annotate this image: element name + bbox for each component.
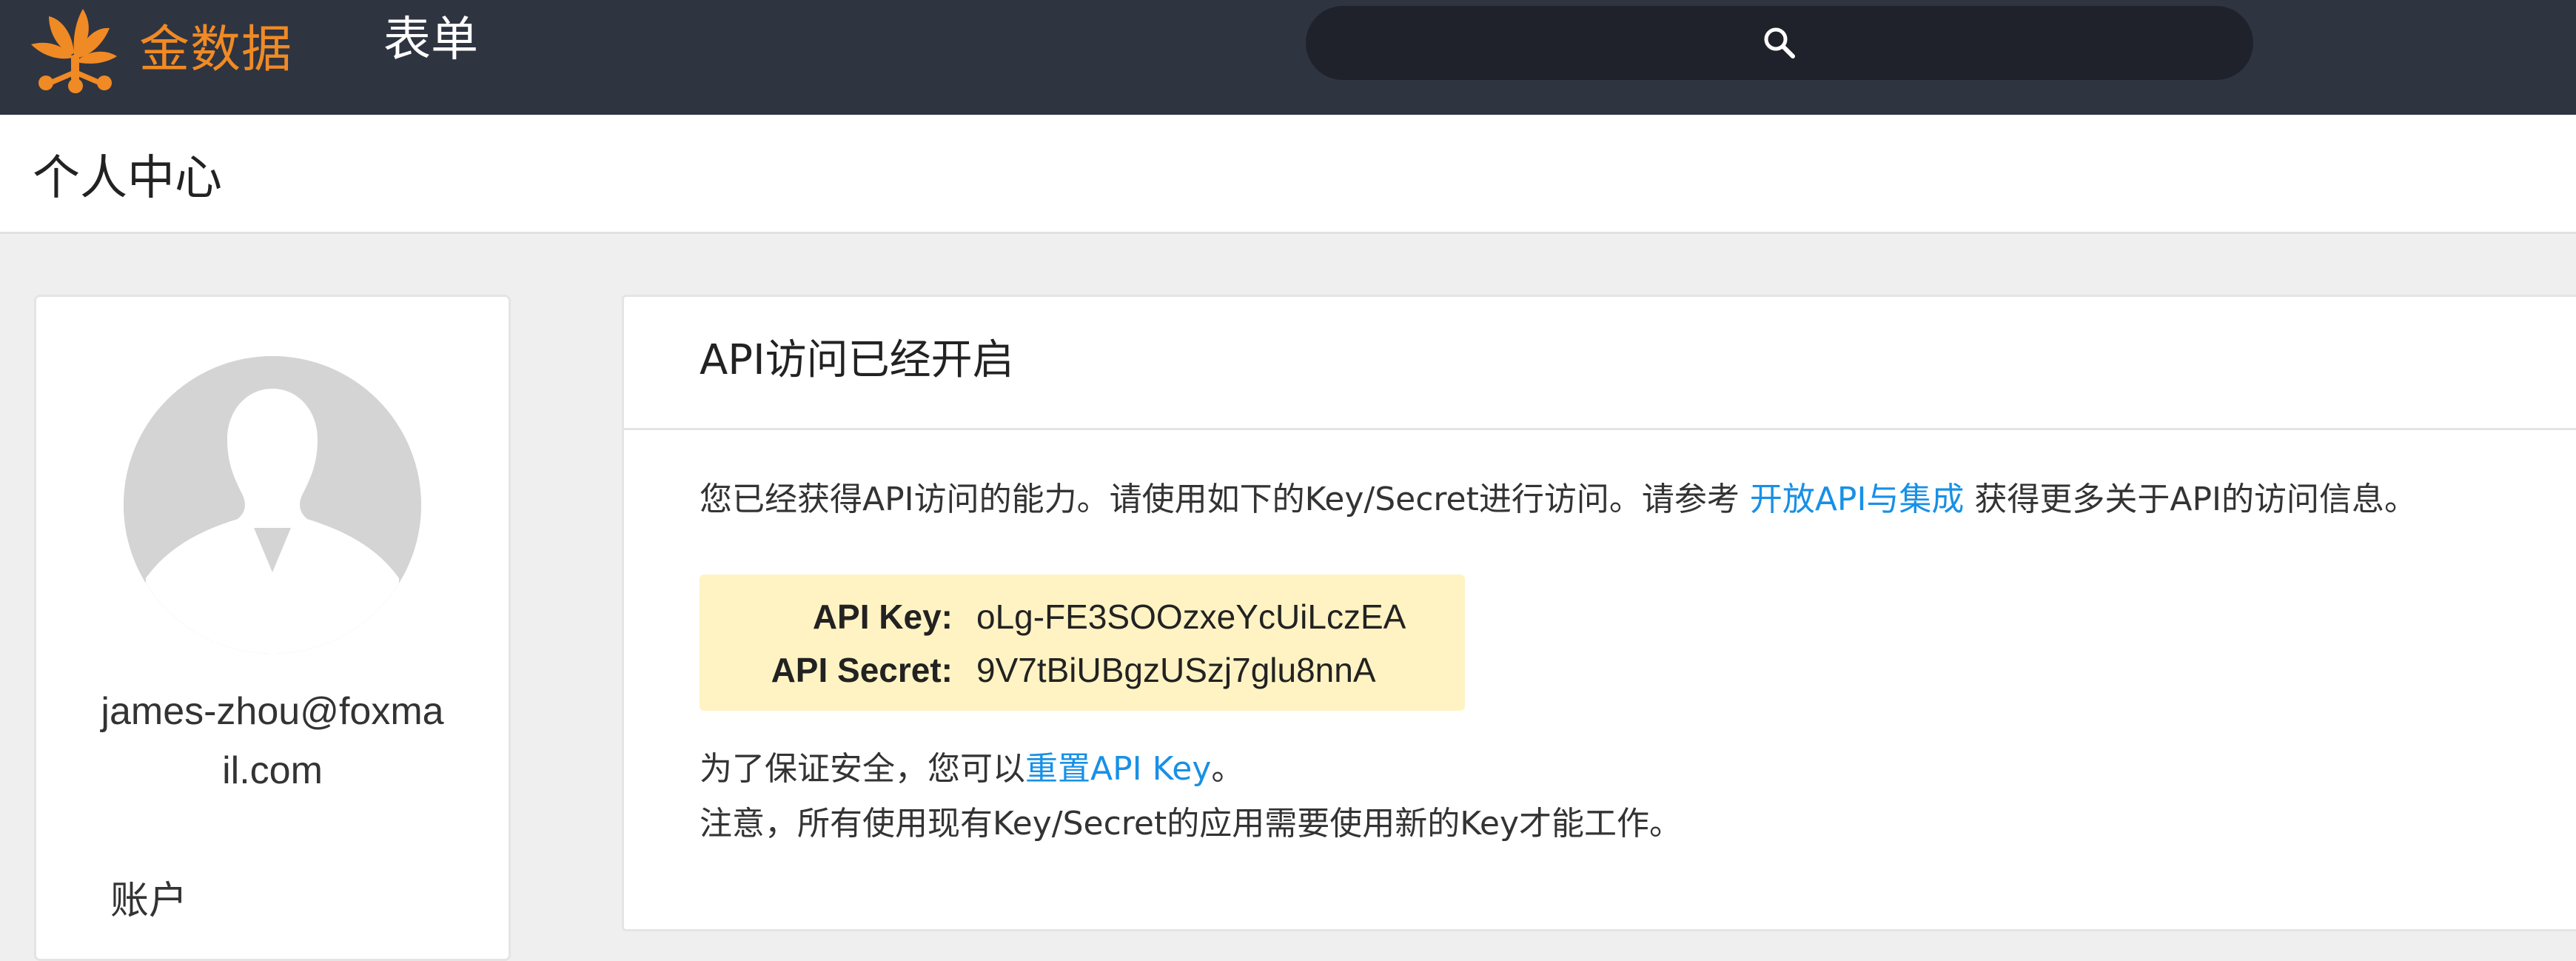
logo-icon	[31, 8, 117, 93]
reset-prefix: 为了保证安全，您可以	[700, 750, 1025, 788]
api-secret-value: 9V7tBiUBgzUSzj7glu8nnA	[976, 651, 1376, 689]
search-input[interactable]	[1306, 6, 2253, 80]
reset-key-line: 为了保证安全，您可以重置API Key。	[700, 750, 1244, 789]
user-silhouette-icon	[124, 356, 421, 654]
top-navbar: 金数据 表单	[0, 0, 2576, 115]
api-key-label: API Key:	[812, 597, 953, 636]
page-title: 个人中心	[33, 151, 222, 206]
api-desc-prefix: 您已经获得API访问的能力。请使用如下的Key/Secret进行访问。请参考	[700, 480, 1750, 518]
api-credentials-box: API Key: oLg-FE3SOOzxeYcUiLczEA API Secr…	[700, 575, 1465, 711]
page-header: 个人中心	[0, 115, 2576, 234]
open-api-link[interactable]: 开放API与集成	[1750, 480, 1965, 518]
sidebar-item-account[interactable]: 账户	[110, 882, 187, 920]
api-access-card: API访问已经开启 您已经获得API访问的能力。请使用如下的Key/Secret…	[622, 295, 2576, 931]
logo-text: 金数据	[139, 20, 293, 79]
profile-card: james-zhou@foxmail.com 账户	[34, 295, 511, 961]
api-desc-suffix: 获得更多关于API的访问信息。	[1964, 480, 2418, 518]
logo[interactable]: 金数据	[28, 0, 292, 100]
api-note: 注意，所有使用现有Key/Secret的应用需要使用新的Key才能工作。	[700, 805, 1683, 843]
api-card-title: API访问已经开启	[700, 336, 1014, 384]
user-email: james-zhou@foxmail.com	[101, 690, 444, 792]
api-card-header: API访问已经开启	[624, 297, 2576, 430]
api-key-value: oLg-FE3SOOzxeYcUiLczEA	[976, 597, 1406, 636]
avatar[interactable]	[124, 356, 421, 654]
nav-item-forms[interactable]: 表单	[383, 16, 478, 64]
search-icon	[1764, 27, 1795, 58]
reset-api-key-link[interactable]: 重置API Key	[1025, 750, 1211, 788]
api-secret-label: API Secret:	[771, 651, 953, 689]
reset-suffix: 。	[1211, 750, 1244, 788]
api-description: 您已经获得API访问的能力。请使用如下的Key/Secret进行访问。请参考 开…	[700, 480, 2417, 520]
